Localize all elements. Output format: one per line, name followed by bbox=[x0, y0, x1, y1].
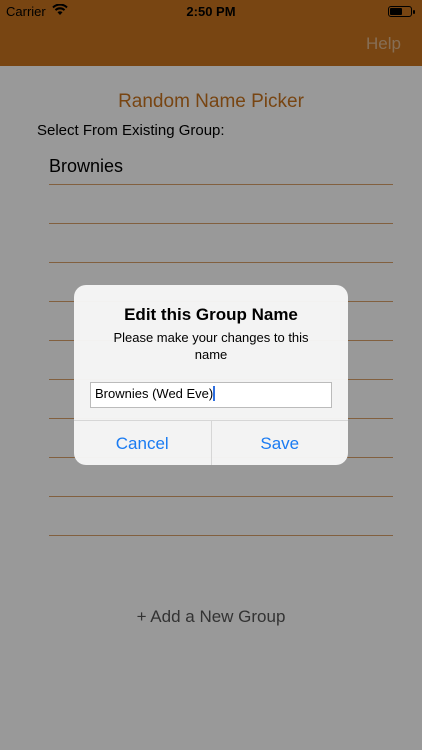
dialog-title: Edit this Group Name bbox=[124, 305, 298, 324]
group-name-value: Brownies (Wed Eve) bbox=[95, 386, 214, 401]
cancel-button[interactable]: Cancel bbox=[74, 421, 211, 465]
save-button[interactable]: Save bbox=[210, 421, 349, 465]
group-name-input[interactable]: Brownies (Wed Eve) bbox=[90, 382, 332, 408]
dialog-buttons: Cancel Save bbox=[74, 420, 348, 465]
text-cursor bbox=[213, 386, 216, 401]
dialog-message: Please make your changes to this name bbox=[113, 330, 309, 362]
edit-group-dialog: Edit this Group Name Please make your ch… bbox=[74, 285, 348, 465]
